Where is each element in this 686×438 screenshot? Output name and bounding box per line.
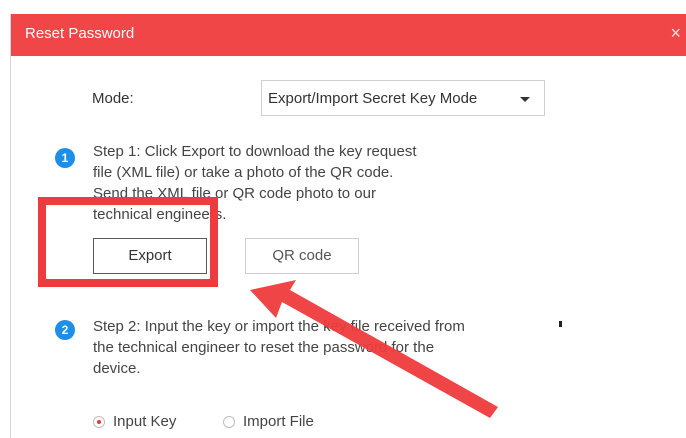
qr-code-button[interactable]: QR code <box>245 238 359 274</box>
step1-badge: 1 <box>55 148 75 168</box>
stray-mark <box>559 321 562 327</box>
input-key-label: Input Key <box>113 413 177 430</box>
close-icon[interactable]: × <box>670 23 681 43</box>
step2-text: Step 2: Input the key or import the key … <box>93 318 465 377</box>
annotation-highlight-box <box>38 197 218 287</box>
chevron-down-icon <box>520 97 530 102</box>
radio-checked-icon <box>93 416 105 428</box>
mode-select[interactable]: Export/Import Secret Key Mode <box>261 80 545 116</box>
mode-label: Mode: <box>92 90 134 107</box>
radio-unchecked-icon <box>223 416 235 428</box>
import-file-radio[interactable]: Import File <box>223 413 423 433</box>
import-file-label: Import File <box>243 413 314 430</box>
mode-select-value: Export/Import Secret Key Mode <box>268 90 478 107</box>
dialog-title: Reset Password <box>25 25 135 42</box>
step2-badge: 2 <box>55 320 75 340</box>
dialog-titlebar: Reset Password × <box>11 14 686 56</box>
